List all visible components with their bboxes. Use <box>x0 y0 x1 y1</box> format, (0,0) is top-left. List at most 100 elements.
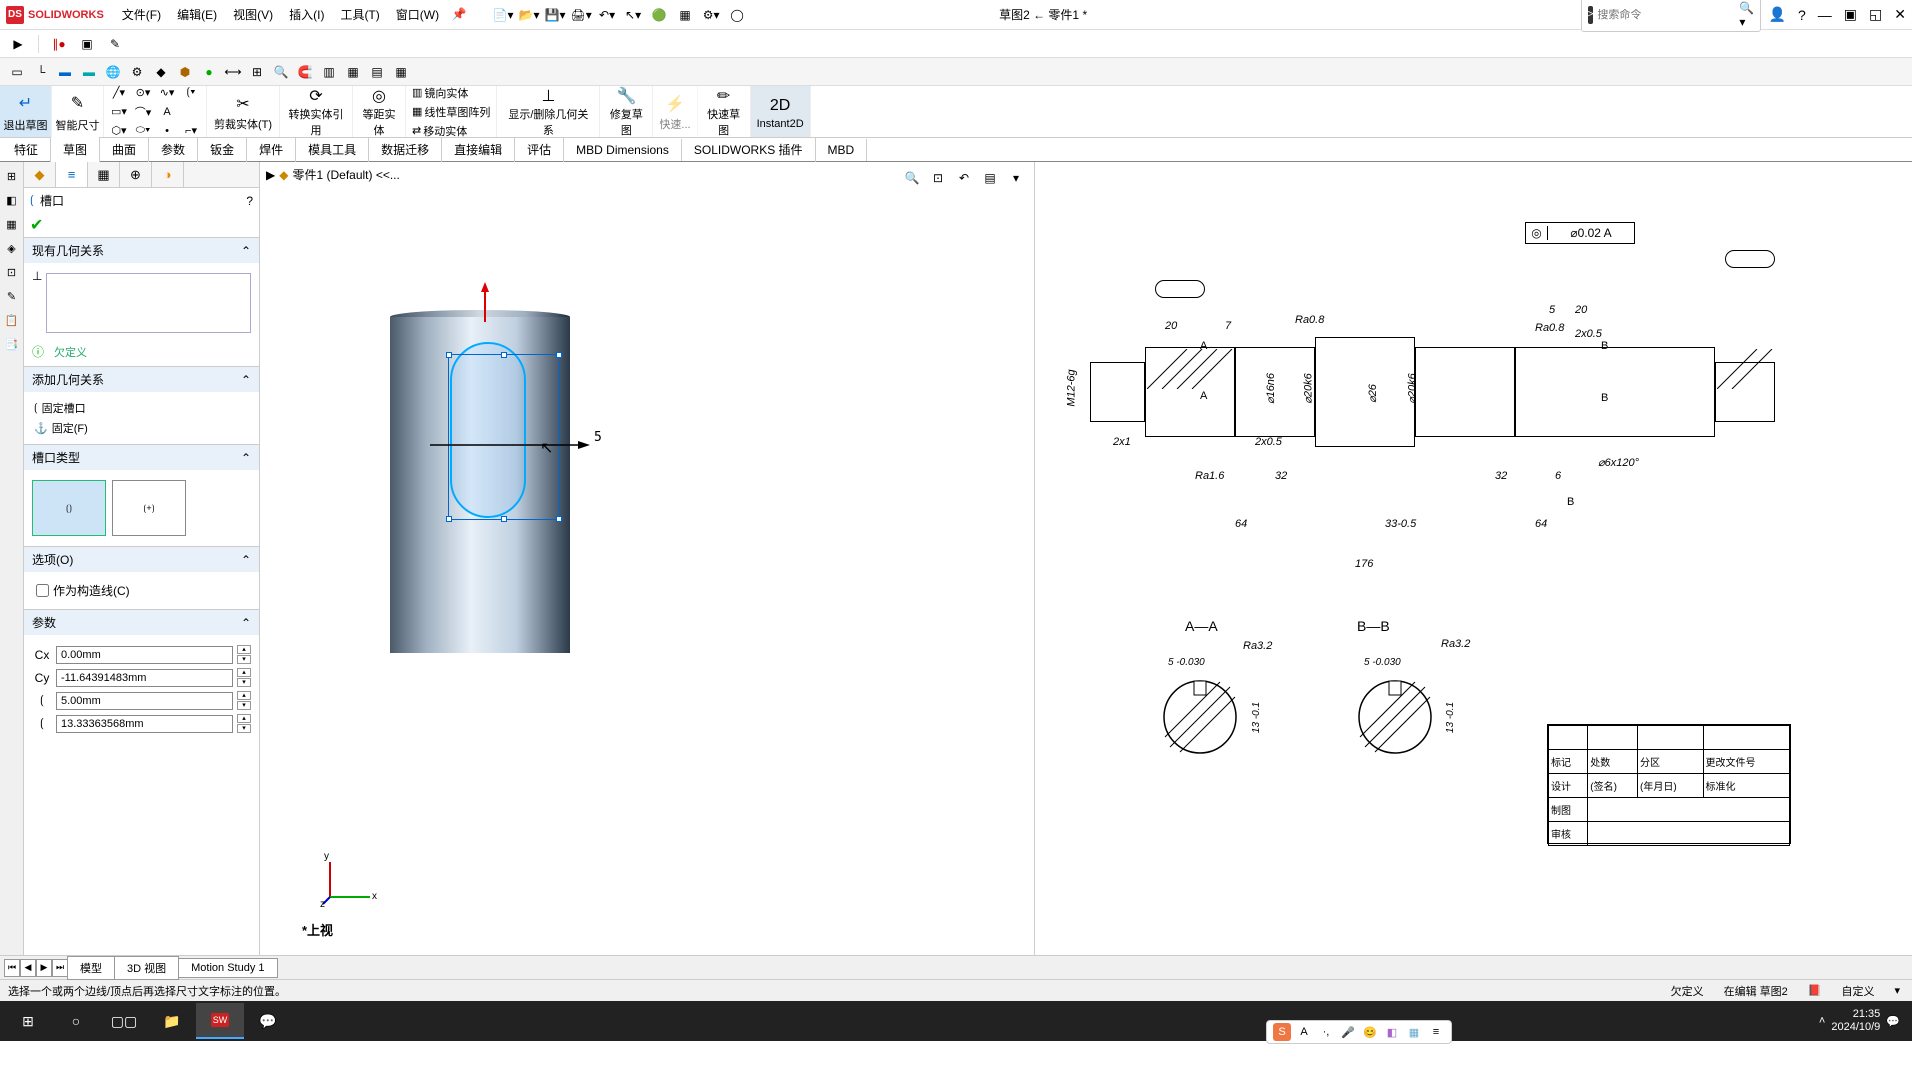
task-icon-3[interactable]: ▦ <box>2 214 22 234</box>
icon-globe[interactable]: 🌐 <box>102 61 124 83</box>
menu-view[interactable]: 视图(V) <box>225 2 281 27</box>
minimize-icon[interactable]: — <box>1818 7 1832 23</box>
mirror-button[interactable]: ▥镜向实体 <box>410 84 492 102</box>
instant2d-button[interactable]: 2D Instant2D <box>751 86 811 137</box>
param-input-3[interactable] <box>56 715 233 733</box>
rapid-sketch-button[interactable]: ✏ 快速草图 <box>698 86 751 137</box>
pm-sec-add-rel-header[interactable]: 添加几何关系⌃ <box>24 367 259 392</box>
dimension-value[interactable]: 5 <box>594 430 602 445</box>
pm-ok-icon[interactable]: ✔ <box>30 215 43 235</box>
sel-handle-br[interactable] <box>556 516 562 522</box>
pm-sec-options-header[interactable]: 选项(O)⌃ <box>24 547 259 572</box>
spin-down[interactable]: ▾ <box>237 701 251 710</box>
menu-tools[interactable]: 工具(T) <box>332 2 387 27</box>
tab-features[interactable]: 特征 <box>2 137 51 162</box>
ime-sogou-icon[interactable]: S <box>1273 1023 1291 1041</box>
icon-plus-box[interactable]: ⊞ <box>246 61 268 83</box>
ime-voice-icon[interactable]: 🎤 <box>1339 1023 1357 1041</box>
sel-handle-tr[interactable] <box>556 352 562 358</box>
sel-handle-tm[interactable] <box>501 352 507 358</box>
tab-sheetmetal[interactable]: 钣金 <box>198 137 247 162</box>
sel-handle-tl[interactable] <box>446 352 452 358</box>
expand-icon[interactable]: ▶ <box>266 168 275 182</box>
task-icon-6[interactable]: ✎ <box>2 286 22 306</box>
spin-down[interactable]: ▾ <box>237 655 251 664</box>
ime-tool-icon[interactable]: ▦ <box>1405 1023 1423 1041</box>
pm-help-icon[interactable]: ? <box>246 194 253 208</box>
icon-green-dot[interactable]: ● <box>198 61 220 83</box>
quick-button[interactable]: ⚡ 快速... <box>653 86 697 137</box>
sel-handle-bm[interactable] <box>501 516 507 522</box>
file-explorer-icon[interactable]: 📁 <box>148 1003 196 1039</box>
fix-slot-button[interactable]: ⟮固定槽口 <box>32 398 251 418</box>
smart-dimension-button[interactable]: ✎ 智能尺寸 <box>52 86 104 137</box>
restore-icon[interactable]: ▣ <box>1844 6 1857 23</box>
nav-next[interactable]: ▶ <box>36 959 52 977</box>
bottom-tab-motion[interactable]: Motion Study 1 <box>178 958 277 978</box>
print-icon[interactable]: 🖨▾ <box>569 3 593 27</box>
open-icon[interactable]: 📂▾ <box>517 3 541 27</box>
section-view-icon[interactable]: ▤ <box>978 166 1002 190</box>
task-icon-2[interactable]: ◧ <box>2 190 22 210</box>
close-icon[interactable]: ✕ <box>1894 6 1906 23</box>
spin-up[interactable]: ▴ <box>237 645 251 654</box>
sel-handle-bl[interactable] <box>446 516 452 522</box>
rect-icon[interactable]: ▭▾ <box>108 103 130 121</box>
nav-first[interactable]: ⏮ <box>4 959 20 977</box>
icon-box[interactable]: ▬ <box>54 61 76 83</box>
task-icon-4[interactable]: ◈ <box>2 238 22 258</box>
menu-pin-icon[interactable]: 📌 <box>447 2 471 26</box>
tab-mbd[interactable]: MBD <box>816 139 868 161</box>
task-icon-1[interactable]: ⊞ <box>2 166 22 186</box>
relations-list[interactable] <box>46 273 251 333</box>
view-triad[interactable]: y x z <box>320 847 380 907</box>
ime-skin-icon[interactable]: ◧ <box>1383 1023 1401 1041</box>
tab-params[interactable]: 参数 <box>149 137 198 162</box>
line-icon[interactable]: ╱▾ <box>108 84 130 102</box>
macro-edit-icon[interactable]: ✎ <box>103 32 127 56</box>
ime-toolbar[interactable]: S A ·, 🎤 😊 ◧ ▦ ≡ <box>1266 1020 1452 1044</box>
settings-icon[interactable]: ⚙▾ <box>699 3 723 27</box>
tab-sketch[interactable]: 草图 <box>51 137 100 164</box>
slot-type-center[interactable]: ⟮+⟯ <box>112 480 186 536</box>
spin-up[interactable]: ▴ <box>237 691 251 700</box>
zoom-area-icon[interactable]: ⊡ <box>926 166 950 190</box>
circle-icon[interactable]: ⊙▾ <box>132 84 154 102</box>
pm-tab-property[interactable]: ≡ <box>56 162 88 187</box>
nav-prev[interactable]: ◀ <box>20 959 36 977</box>
show-relations-button[interactable]: ⊥ 显示/删除几何关系 <box>497 86 600 137</box>
task-view-icon[interactable]: ▢▢ <box>100 1003 148 1039</box>
tab-plugins[interactable]: SOLIDWORKS 插件 <box>682 137 816 162</box>
tab-data-migration[interactable]: 数据迁移 <box>369 137 442 162</box>
icon-magnet[interactable]: 🧲 <box>294 61 316 83</box>
spin-up[interactable]: ▴ <box>237 714 251 723</box>
icon-measure[interactable]: ⟷ <box>222 61 244 83</box>
task-icon-8[interactable]: 📑 <box>2 334 22 354</box>
circle-tool-icon[interactable]: ◯ <box>725 3 749 27</box>
status-custom[interactable]: 自定义 <box>1837 983 1878 999</box>
bottom-tab-3dview[interactable]: 3D 视图 <box>114 956 179 980</box>
construction-checkbox[interactable] <box>36 584 49 597</box>
icon-rectangle[interactable]: ▭ <box>6 61 28 83</box>
select-icon[interactable]: ↖▾ <box>621 3 645 27</box>
zoom-fit-icon[interactable]: 🔍 <box>900 166 924 190</box>
undo-icon[interactable]: ↶▾ <box>595 3 619 27</box>
param-input-0[interactable] <box>56 646 233 664</box>
rebuild-icon[interactable]: 🟢 <box>647 3 671 27</box>
view-orient-icon[interactable]: ▾ <box>1004 166 1028 190</box>
status-dropdown-icon[interactable]: ▾ <box>1890 984 1904 997</box>
pm-tab-dimxpert[interactable]: ⊕ <box>120 162 152 187</box>
new-icon[interactable]: 📄▾ <box>491 3 515 27</box>
icon-doc2[interactable]: ▦ <box>342 61 364 83</box>
search-box[interactable]: > 🔍▾ <box>1581 0 1761 32</box>
exit-sketch-button[interactable]: ↵ 退出草图 <box>0 86 52 137</box>
cortana-icon[interactable]: ○ <box>52 1003 100 1039</box>
convert-button[interactable]: ⟳ 转换实体引用 <box>280 86 353 137</box>
icon-drop[interactable]: ⬢ <box>174 61 196 83</box>
icon-table[interactable]: ▦ <box>390 61 412 83</box>
tray-clock[interactable]: 21:35 2024/10/9 <box>1831 1008 1880 1034</box>
slot-type-straight[interactable]: ⟮⟯ <box>32 480 106 536</box>
param-input-1[interactable] <box>56 669 233 687</box>
icon-doc3[interactable]: ▤ <box>366 61 388 83</box>
tab-mold[interactable]: 模具工具 <box>296 137 369 162</box>
